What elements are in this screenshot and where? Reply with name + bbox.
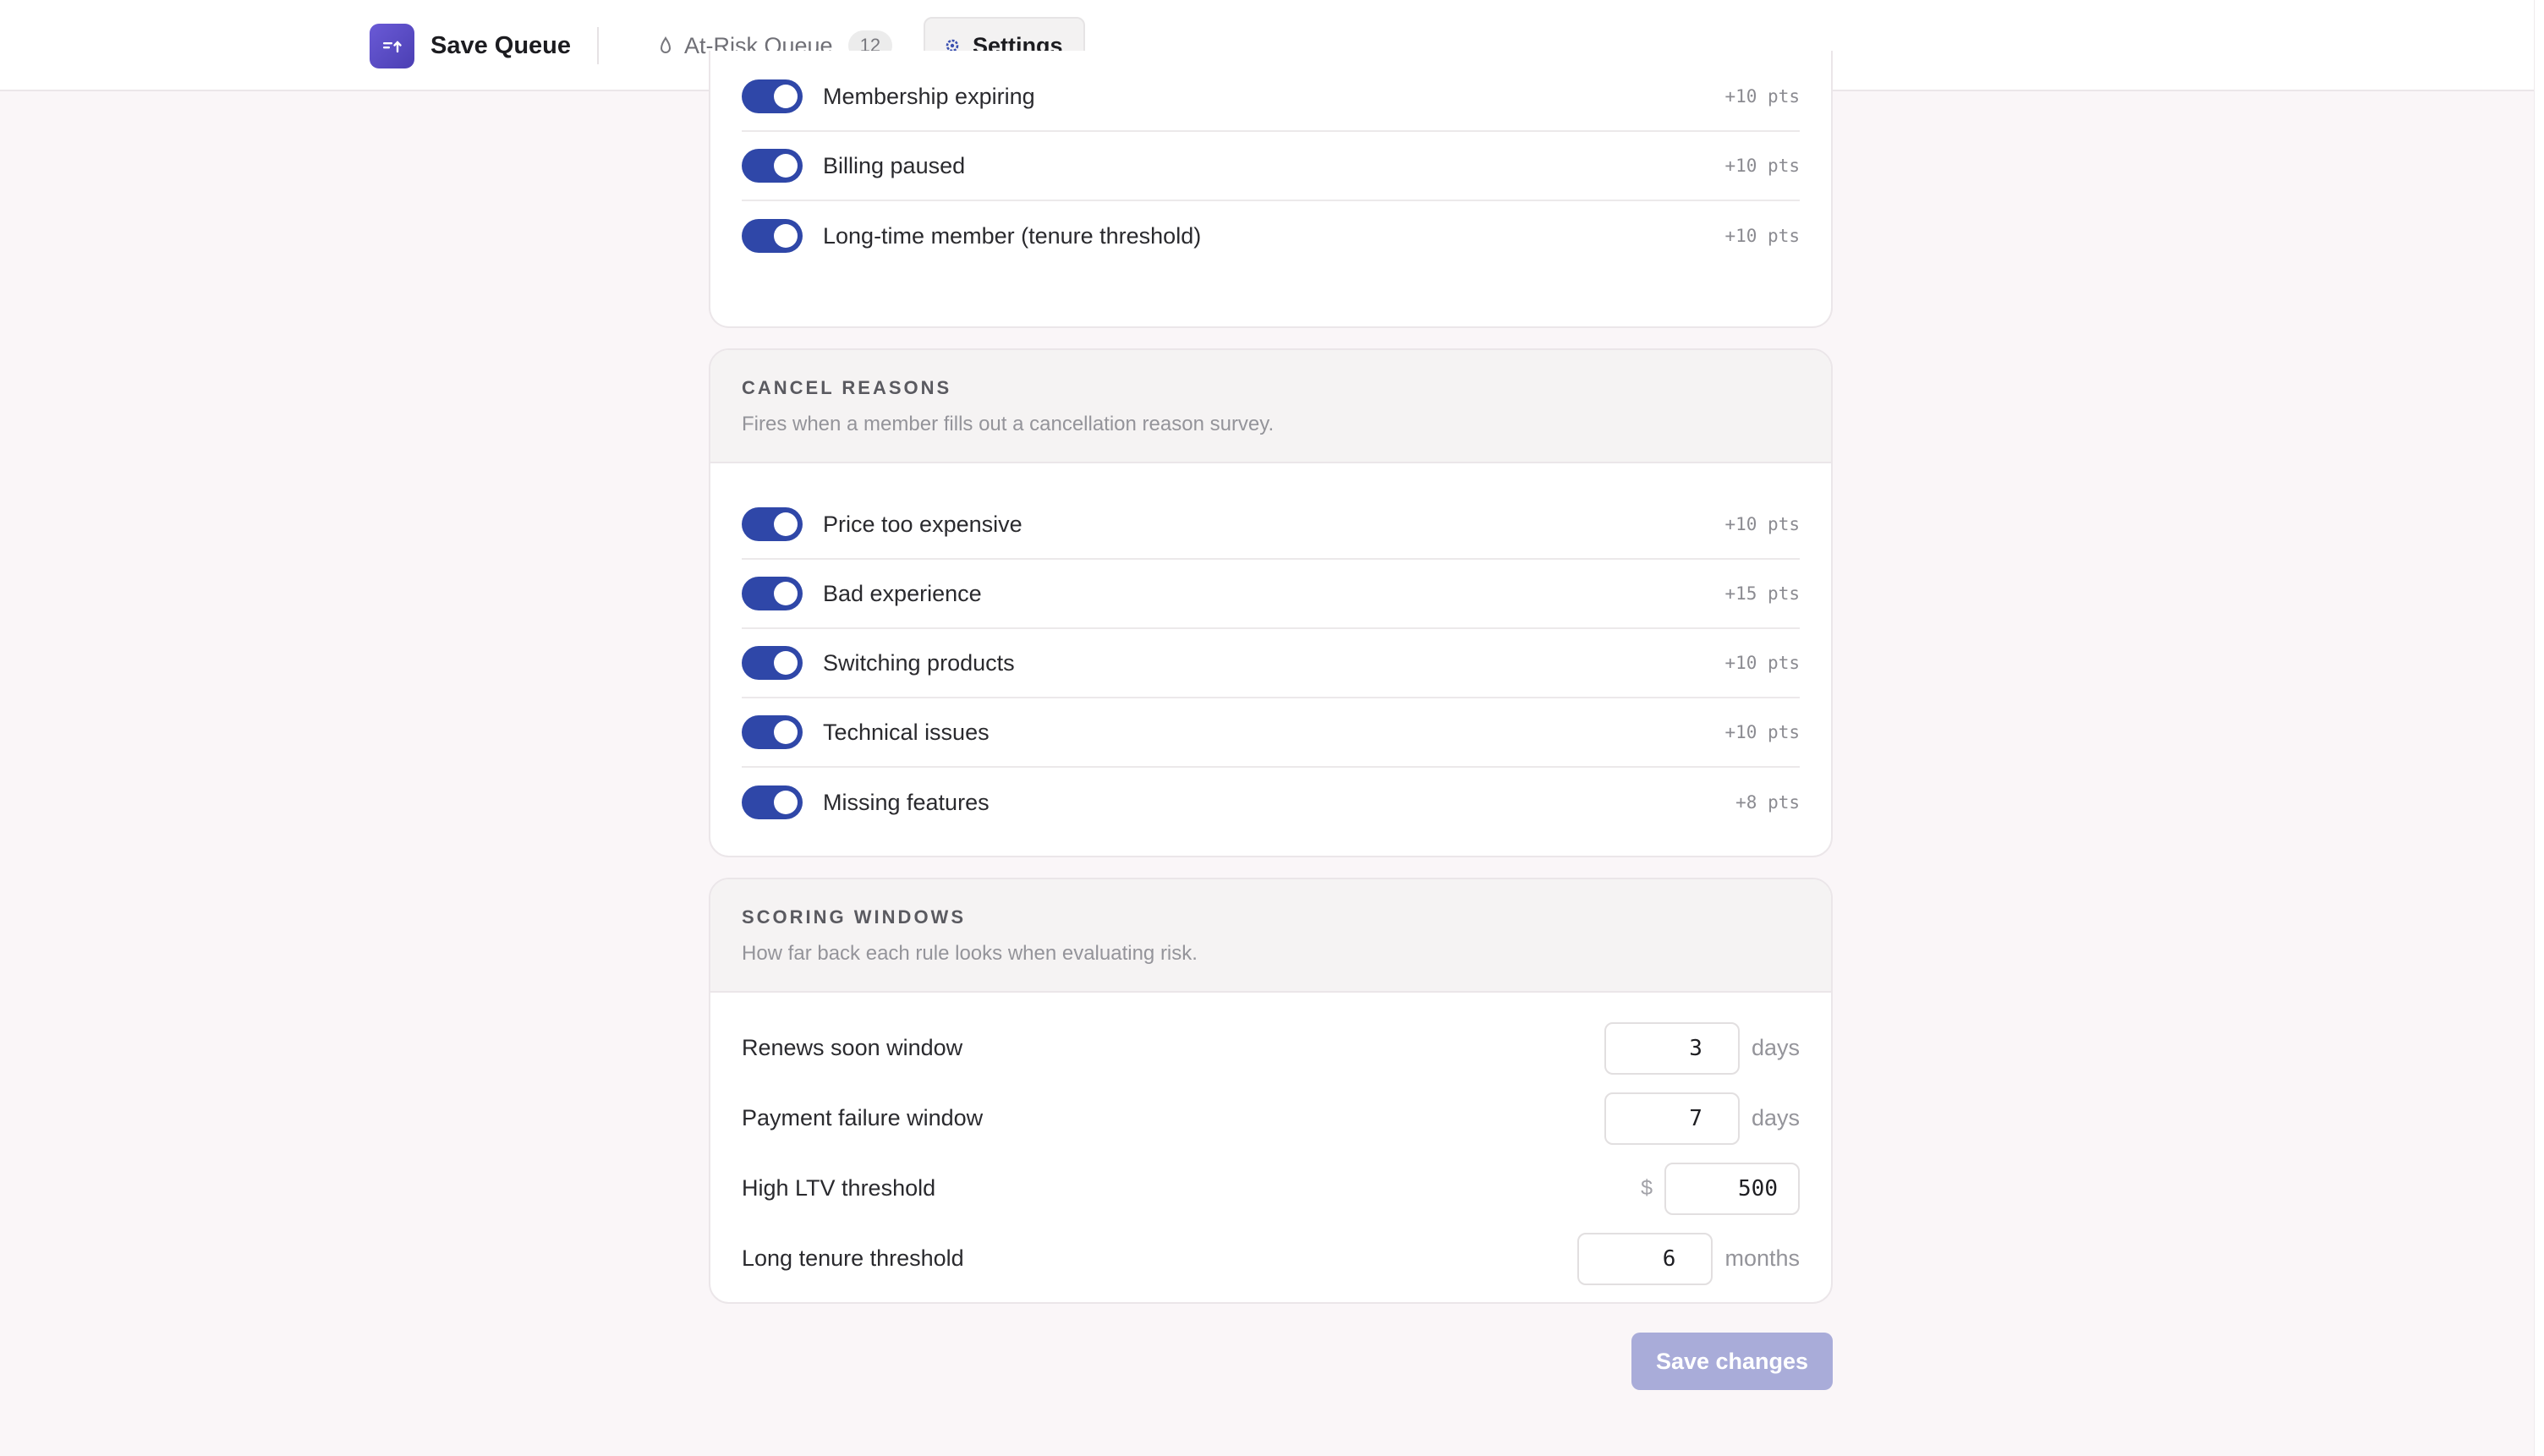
unit-label: months <box>1724 1245 1800 1271</box>
rule-toggle[interactable] <box>742 507 803 541</box>
rule-toggle[interactable] <box>742 79 803 113</box>
rule-points: +10 pts <box>1724 226 1800 246</box>
rule-row: Missing features +8 pts <box>742 768 1800 837</box>
rule-label: Membership expiring <box>823 83 1035 109</box>
rule-points: +10 pts <box>1724 514 1800 534</box>
card-header: SCORING WINDOWS How far back each rule l… <box>710 879 1831 993</box>
rule-points: +8 pts <box>1735 792 1800 813</box>
rule-points: +10 pts <box>1724 86 1800 107</box>
rule-toggle[interactable] <box>742 219 803 253</box>
window-row: Long tenure threshold 6 months <box>742 1223 1800 1294</box>
rule-toggle[interactable] <box>742 785 803 819</box>
scoring-windows-card: SCORING WINDOWS How far back each rule l… <box>709 878 1833 1304</box>
rule-points: +10 pts <box>1724 653 1800 673</box>
rule-row: Long-time member (tenure threshold) +10 … <box>742 201 1800 271</box>
rule-points: +10 pts <box>1724 722 1800 742</box>
section-description: How far back each rule looks when evalua… <box>742 942 1198 965</box>
save-changes-button[interactable]: Save changes <box>1631 1333 1833 1390</box>
brand[interactable]: Save Queue <box>370 24 571 68</box>
rule-toggle[interactable] <box>742 149 803 183</box>
page-scrollbar[interactable] <box>2534 0 2544 1456</box>
window-row: Payment failure window 7 days <box>742 1083 1800 1153</box>
rule-row: Billing paused +10 pts <box>742 132 1800 201</box>
renews-soon-window-input[interactable]: 3 <box>1604 1021 1740 1075</box>
section-title: SCORING WINDOWS <box>742 906 966 928</box>
window-label: High LTV threshold <box>742 1175 936 1201</box>
section-title: CANCEL REASONS <box>742 377 952 398</box>
app-name: Save Queue <box>430 32 572 59</box>
rule-points: +10 pts <box>1724 156 1800 176</box>
rule-row: Technical issues +10 pts <box>742 698 1800 768</box>
payment-failure-window-input[interactable]: 7 <box>1604 1092 1740 1145</box>
rule-label: Switching products <box>823 649 1015 676</box>
queue-logo-icon <box>370 24 414 68</box>
window-row: High LTV threshold $ 500 <box>742 1153 1800 1223</box>
rule-points: +15 pts <box>1724 583 1800 604</box>
rule-row: Price too expensive +10 pts <box>742 490 1800 560</box>
rule-row: Switching products +10 pts <box>742 629 1800 698</box>
window-label: Long tenure threshold <box>742 1245 964 1271</box>
signal-rules-card: Membership expiring +10 pts Billing paus… <box>709 51 1833 328</box>
rule-label: Bad experience <box>823 580 982 606</box>
rule-row: Membership expiring +10 pts <box>742 63 1800 132</box>
long-tenure-threshold-input[interactable]: 6 <box>1577 1232 1713 1285</box>
rule-label: Long-time member (tenure threshold) <box>823 222 1202 249</box>
rule-toggle[interactable] <box>742 646 803 680</box>
window-row: Renews soon window 3 days <box>742 1013 1800 1083</box>
nav-divider <box>597 27 599 64</box>
rule-label: Missing features <box>823 789 990 815</box>
unit-label: days <box>1751 1105 1800 1130</box>
window-label: Renews soon window <box>742 1035 963 1060</box>
rule-row: Bad experience +15 pts <box>742 560 1800 629</box>
unit-label: days <box>1751 1035 1800 1060</box>
window-label: Payment failure window <box>742 1105 984 1130</box>
rule-label: Billing paused <box>823 152 966 178</box>
currency-prefix: $ <box>1641 1176 1653 1200</box>
rule-label: Price too expensive <box>823 511 1023 537</box>
droplet-icon <box>659 36 672 55</box>
high-ltv-threshold-input[interactable]: 500 <box>1664 1162 1800 1215</box>
section-description: Fires when a member fills out a cancella… <box>742 413 1275 435</box>
rule-label: Technical issues <box>823 719 990 745</box>
card-header: CANCEL REASONS Fires when a member fills… <box>710 350 1831 463</box>
rule-toggle[interactable] <box>742 715 803 749</box>
cancel-reasons-card: CANCEL REASONS Fires when a member fills… <box>709 348 1833 857</box>
rule-toggle[interactable] <box>742 577 803 610</box>
